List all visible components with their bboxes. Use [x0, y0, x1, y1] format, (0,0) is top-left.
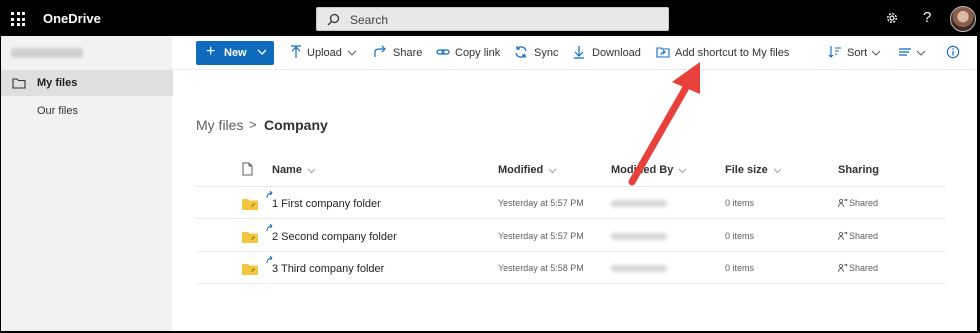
- shared-icon: [838, 198, 848, 208]
- gear-icon[interactable]: [885, 11, 899, 25]
- file-size-cell: 0 items: [725, 263, 755, 273]
- nav-item-label: My files: [37, 77, 78, 89]
- chevron-down-icon: [678, 168, 687, 173]
- sort-icon: [828, 46, 841, 58]
- sync-label: Sync: [534, 47, 559, 59]
- sharing-cell: Shared: [849, 198, 879, 208]
- view-icon: [899, 48, 911, 56]
- chevron-down-icon: [307, 168, 316, 173]
- sort-label: Sort: [847, 47, 868, 59]
- chevron-down-icon: [871, 50, 881, 56]
- info-icon: [946, 45, 960, 59]
- nav-item-my-files[interactable]: My files: [1, 70, 173, 96]
- sync-button[interactable]: Sync: [514, 45, 558, 63]
- add-shortcut-button[interactable]: Add shortcut to My files: [656, 45, 791, 63]
- table-row[interactable]: 3 Third company folder Yesterday at 5:58…: [196, 252, 946, 284]
- search-icon: [327, 13, 340, 26]
- folder-shortcut-icon: [242, 199, 258, 210]
- download-label: Download: [592, 47, 641, 59]
- breadcrumb-separator: >: [249, 117, 257, 132]
- column-header-file-size[interactable]: File size: [725, 164, 782, 176]
- breadcrumb-current: Company: [264, 117, 328, 133]
- chevron-down-icon: [548, 168, 557, 173]
- top-bar: OneDrive Search ?: [0, 0, 980, 36]
- modified-by-cell: [611, 200, 667, 207]
- file-size-cell: 0 items: [725, 198, 755, 208]
- nav-item-our-files[interactable]: Our files: [1, 98, 173, 124]
- sharing-cell: Shared: [849, 263, 879, 273]
- chevron-down-icon: [257, 49, 267, 55]
- column-header-modified[interactable]: Modified: [498, 164, 557, 176]
- chevron-down-icon: [347, 50, 357, 56]
- download-button[interactable]: Download: [573, 45, 641, 63]
- download-icon: [574, 46, 584, 59]
- copy-link-button[interactable]: Copy link: [436, 45, 501, 63]
- column-header-sharing[interactable]: Sharing: [838, 164, 879, 176]
- share-label: Share: [393, 47, 423, 59]
- left-nav: My files Our files: [0, 36, 173, 333]
- file-name[interactable]: 1 First company folder: [272, 198, 381, 210]
- link-icon: [436, 49, 450, 55]
- file-name[interactable]: 2 Second company folder: [272, 231, 397, 243]
- file-size-cell: 0 items: [725, 231, 755, 241]
- chevron-down-icon: [773, 168, 782, 173]
- add-shortcut-label: Add shortcut to My files: [675, 47, 790, 59]
- shortcut-icon: [656, 47, 670, 58]
- nav-item-label: Our files: [37, 105, 78, 117]
- chevron-down-icon: [916, 50, 926, 56]
- search-box[interactable]: Search: [316, 7, 669, 31]
- avatar[interactable]: [950, 6, 976, 32]
- shared-icon: [838, 231, 848, 241]
- plus-icon: +: [206, 43, 216, 60]
- upload-button[interactable]: Upload: [290, 45, 360, 63]
- sync-icon: [515, 46, 527, 58]
- modified-by-cell: [611, 233, 667, 240]
- shared-icon: [838, 263, 848, 273]
- folder-shortcut-icon: [242, 264, 258, 275]
- search-placeholder: Search: [350, 13, 389, 27]
- upload-label: Upload: [307, 47, 342, 59]
- folder-shortcut-icon: [242, 232, 258, 243]
- column-header-modified-by[interactable]: Modified By: [611, 164, 687, 176]
- info-button[interactable]: [946, 45, 962, 63]
- new-button[interactable]: + New: [196, 41, 274, 65]
- view-options-button[interactable]: [898, 45, 928, 63]
- waffle-icon[interactable]: [11, 12, 25, 26]
- column-header-label: Name: [272, 164, 302, 176]
- new-label: New: [224, 47, 247, 59]
- modified-cell: Yesterday at 5:58 PM: [498, 263, 584, 273]
- user-name: [11, 48, 83, 58]
- column-header-label: Modified By: [611, 164, 674, 176]
- sort-button[interactable]: Sort: [828, 45, 883, 63]
- column-header-label: Sharing: [838, 164, 879, 176]
- table-row[interactable]: 2 Second company folder Yesterday at 5:5…: [196, 220, 946, 252]
- copy-link-label: Copy link: [455, 47, 501, 59]
- share-button[interactable]: Share: [373, 45, 423, 63]
- folder-icon: [12, 78, 26, 89]
- file-type-icon[interactable]: [242, 162, 253, 176]
- breadcrumb-root[interactable]: My files: [196, 117, 243, 133]
- column-header-label: File size: [725, 164, 768, 176]
- file-name[interactable]: 3 Third company folder: [272, 263, 384, 275]
- upload-icon: [291, 45, 301, 58]
- share-icon: [374, 45, 386, 57]
- column-header-label: Modified: [498, 164, 544, 176]
- table-row[interactable]: 1 First company folder Yesterday at 5:57…: [196, 187, 946, 219]
- command-bar: + New Upload Share Copy link Sync Downlo…: [172, 36, 980, 70]
- app-title[interactable]: OneDrive: [43, 11, 101, 26]
- sharing-cell: Shared: [849, 231, 879, 241]
- column-header-name[interactable]: Name: [272, 164, 316, 176]
- modified-cell: Yesterday at 5:57 PM: [498, 231, 584, 241]
- modified-by-cell: [611, 265, 667, 272]
- modified-cell: Yesterday at 5:57 PM: [498, 198, 584, 208]
- help-icon[interactable]: ?: [923, 9, 931, 26]
